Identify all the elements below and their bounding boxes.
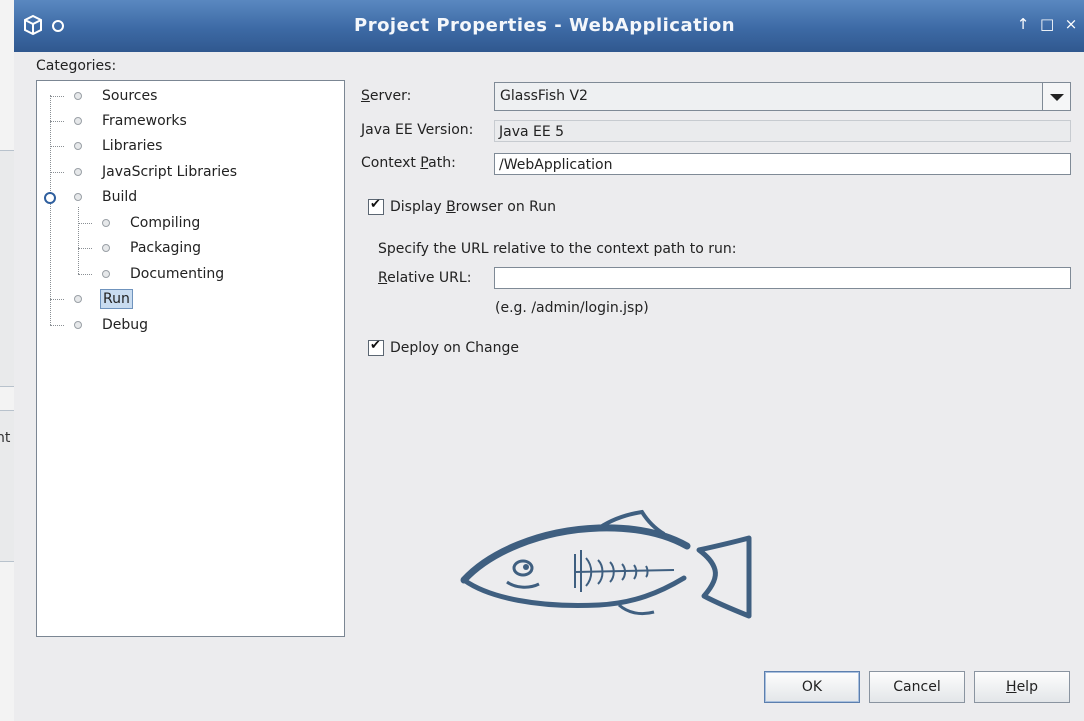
dialog-title: Project Properties - WebApplication bbox=[354, 15, 736, 36]
server-value: GlassFish V2 bbox=[500, 88, 588, 104]
tree-item-packaging[interactable]: Packaging bbox=[102, 237, 203, 259]
display-browser-label: Display Browser on Run bbox=[390, 199, 556, 215]
url-hint-text: Specify the URL relative to the context … bbox=[378, 241, 737, 257]
window-menu-icon[interactable] bbox=[22, 14, 44, 36]
relative-url-input[interactable] bbox=[494, 267, 1071, 289]
tree-line bbox=[50, 146, 64, 147]
chevron-down-icon[interactable] bbox=[1042, 83, 1070, 110]
javaee-version-label: Java EE Version: bbox=[361, 122, 474, 138]
tree-item-frameworks[interactable]: Frameworks bbox=[74, 110, 189, 132]
categories-label: Categories: bbox=[36, 58, 117, 74]
checkbox-checked-icon bbox=[368, 197, 384, 215]
javaee-version-field: Java EE 5 bbox=[494, 120, 1071, 142]
tree-item-documenting[interactable]: Documenting bbox=[102, 263, 226, 285]
node-icon bbox=[102, 219, 110, 227]
deploy-on-change-label: Deploy on Change bbox=[390, 340, 519, 356]
tree-line bbox=[50, 95, 51, 325]
project-properties-dialog: Project Properties - WebApplication ↑ □ … bbox=[14, 0, 1084, 721]
tree-item-build[interactable]: Build bbox=[74, 186, 139, 208]
help-button[interactable]: Help bbox=[974, 671, 1070, 703]
background-panel bbox=[0, 150, 14, 387]
checkbox-checked-icon bbox=[368, 338, 384, 356]
tree-line bbox=[78, 207, 79, 274]
node-icon bbox=[74, 92, 82, 100]
relative-url-example: (e.g. /admin/login.jsp) bbox=[495, 300, 649, 316]
node-icon bbox=[74, 193, 82, 201]
deploy-on-change-checkbox[interactable]: Deploy on Change bbox=[368, 338, 519, 356]
tree-item-sources[interactable]: Sources bbox=[74, 85, 159, 107]
close-button[interactable]: × bbox=[1064, 15, 1078, 33]
context-path-label: Context Path: bbox=[361, 155, 456, 171]
context-path-input[interactable]: /WebApplication bbox=[494, 153, 1071, 175]
server-combobox[interactable]: GlassFish V2 bbox=[494, 82, 1071, 111]
tree-line bbox=[78, 248, 92, 249]
tree-line bbox=[50, 325, 64, 326]
tree-line bbox=[50, 299, 64, 300]
shade-button[interactable]: ↑ bbox=[1016, 15, 1030, 33]
node-icon bbox=[102, 244, 110, 252]
tree-line bbox=[50, 96, 64, 97]
node-icon bbox=[102, 270, 110, 278]
node-icon bbox=[74, 117, 82, 125]
node-icon bbox=[74, 321, 82, 329]
cancel-button[interactable]: Cancel bbox=[869, 671, 965, 703]
build-expand-toggle-icon[interactable] bbox=[44, 192, 56, 204]
tree-item-run[interactable]: Run bbox=[74, 288, 133, 310]
tree-item-debug[interactable]: Debug bbox=[74, 314, 150, 336]
background-window: nt bbox=[0, 0, 14, 721]
tree-line bbox=[78, 274, 92, 275]
node-icon bbox=[74, 142, 82, 150]
tree-item-libraries[interactable]: Libraries bbox=[74, 135, 164, 157]
node-icon bbox=[74, 295, 82, 303]
title-bar[interactable]: Project Properties - WebApplication ↑ □ … bbox=[14, 0, 1084, 52]
pin-icon[interactable] bbox=[52, 20, 64, 32]
ok-button[interactable]: OK bbox=[764, 671, 860, 703]
tree-line bbox=[50, 121, 64, 122]
categories-tree[interactable]: Sources Frameworks Libraries JavaScript … bbox=[36, 80, 345, 637]
tree-item-compiling[interactable]: Compiling bbox=[102, 212, 202, 234]
display-browser-checkbox[interactable]: Display Browser on Run bbox=[368, 197, 556, 215]
background-partial-text: nt bbox=[0, 430, 11, 446]
server-label: Server: bbox=[361, 88, 412, 104]
tree-item-javascript-libraries[interactable]: JavaScript Libraries bbox=[74, 161, 239, 183]
glassfish-logo-icon bbox=[460, 509, 752, 619]
tree-line bbox=[50, 172, 64, 173]
tree-line bbox=[78, 223, 92, 224]
node-icon bbox=[74, 168, 82, 176]
maximize-button[interactable]: □ bbox=[1040, 15, 1054, 33]
relative-url-label: Relative URL: bbox=[378, 270, 472, 286]
